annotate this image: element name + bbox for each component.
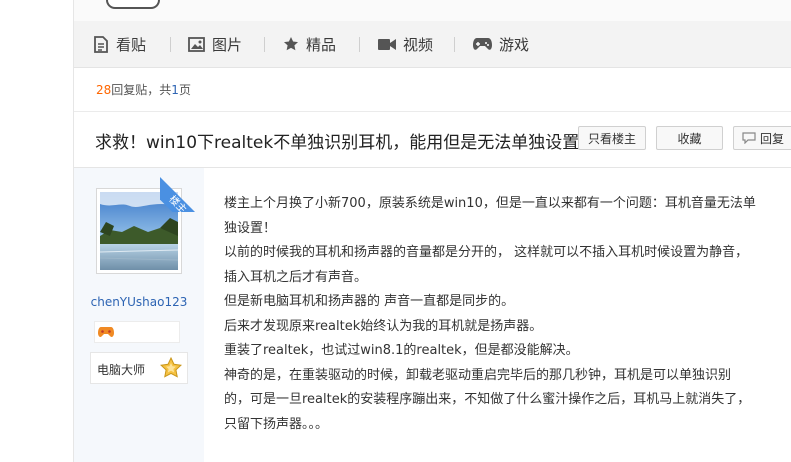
tab-games[interactable]: 游戏: [473, 21, 529, 67]
header-strip: [74, 0, 791, 21]
reply-button-label: 回复: [760, 131, 785, 146]
image-icon: [188, 36, 205, 52]
only-op-button[interactable]: 只看楼主: [578, 126, 646, 150]
reply-count-bar: 28回复贴，共1页: [74, 68, 791, 112]
tab-images[interactable]: 图片: [188, 21, 242, 67]
forum-logo[interactable]: [106, 0, 160, 9]
tab-divider: [264, 37, 265, 52]
post-line: 以前的时候我的耳机和扬声器的音量都是分开的， 这样就可以不插入耳机时候设置为静音…: [224, 245, 749, 260]
tab-label: 游戏: [499, 35, 530, 54]
reply-count-suffix: 回复贴，共: [111, 83, 172, 97]
document-icon: [94, 35, 108, 53]
rank-label: 电脑大师: [97, 363, 146, 377]
post-content: 楼主上个月换了小新700，原装系统是win10，但是一直以来都有一个问题：耳机音…: [224, 192, 789, 437]
user-badges: [94, 321, 180, 343]
video-icon: [378, 38, 396, 50]
gamepad-icon: [473, 38, 492, 50]
post-line: 插入耳机之后才有声音。: [224, 269, 368, 285]
page-count: 1: [171, 83, 179, 97]
tab-view-posts[interactable]: 看贴: [93, 21, 146, 67]
author-username[interactable]: chenYUshao123: [74, 295, 204, 309]
tab-label: 看贴: [116, 35, 147, 54]
page-count-suffix: 页: [178, 83, 191, 97]
tab-label: 视频: [403, 35, 434, 54]
user-rank: 电脑大师: [90, 352, 188, 384]
favorite-button[interactable]: 收藏: [656, 126, 723, 150]
op-ribbon-label: 楼主: [160, 177, 204, 212]
tab-featured[interactable]: 精品: [283, 21, 336, 67]
post-line: 但是新电脑耳机和扬声器的 声音一直都是同步的。: [224, 294, 515, 309]
tab-label: 精品: [306, 35, 337, 54]
forum-tab-bar: 看贴 图片 精品 视频 游戏: [74, 21, 791, 68]
post-line: 独设置！: [224, 220, 277, 236]
tab-divider: [454, 37, 455, 52]
author-sidebar: chenYUshao123 电脑大师: [74, 168, 204, 462]
gamepad-badge-icon: [98, 327, 114, 338]
post-line: 只留下扬声器。。。: [224, 416, 329, 432]
level-star-icon: [160, 357, 182, 378]
reply-count: 28: [96, 83, 112, 97]
post-line: 重装了realtek，也试过win8.1的realtek，但是都没能解决。: [224, 343, 579, 358]
star-icon: [284, 37, 298, 51]
post-line: 神奇的是，在重装驱动的时候，卸载老驱动重启完毕后的那几秒钟，耳机是可以单独识别: [224, 367, 732, 383]
tab-videos[interactable]: 视频: [378, 21, 433, 67]
tab-divider: [359, 37, 360, 52]
post-line: 楼主上个月换了小新700，原装系统是win10，但是一直以来都有一个问题：耳机音…: [224, 196, 756, 211]
tab-label: 图片: [212, 35, 243, 54]
op-ribbon: 楼主: [160, 168, 204, 212]
thread-title-bar: 求救！win10下realtek不单独识别耳机，能用但是无法单独设置 只看楼主 …: [74, 112, 791, 168]
tab-divider: [170, 37, 171, 52]
post-line: 的，可是一旦realtek的安装程序蹦出来，不知做了什么蜜汁操作之后，耳机马上就…: [224, 392, 751, 407]
reply-summary: 28回复贴，共1页: [96, 81, 191, 98]
post-line: 后来才发现原来realtek始终认为我的耳机就是扬声器。: [224, 318, 543, 334]
thread-title: 求救！win10下realtek不单独识别耳机，能用但是无法单独设置: [95, 133, 580, 153]
speech-bubble-icon: [742, 132, 756, 144]
reply-button[interactable]: 回复: [733, 126, 791, 150]
left-gutter: [0, 0, 74, 462]
